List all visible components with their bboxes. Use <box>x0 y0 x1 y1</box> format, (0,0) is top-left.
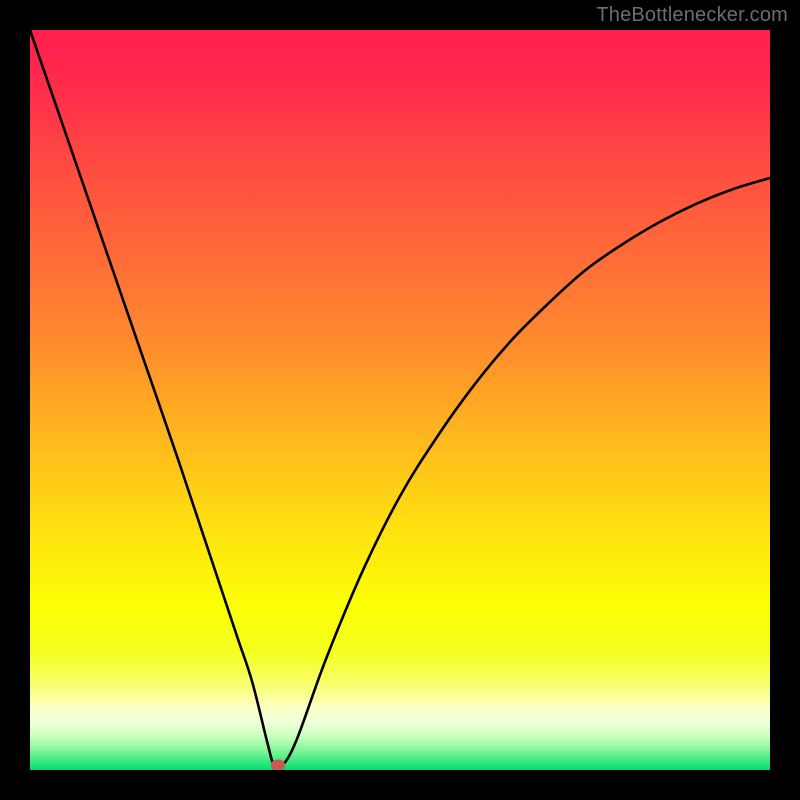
plot-area <box>30 30 770 770</box>
chart-frame: TheBottlenecker.com <box>0 0 800 800</box>
attribution-label: TheBottlenecker.com <box>596 4 788 27</box>
bottleneck-curve <box>30 30 770 770</box>
minimum-marker <box>271 759 285 770</box>
